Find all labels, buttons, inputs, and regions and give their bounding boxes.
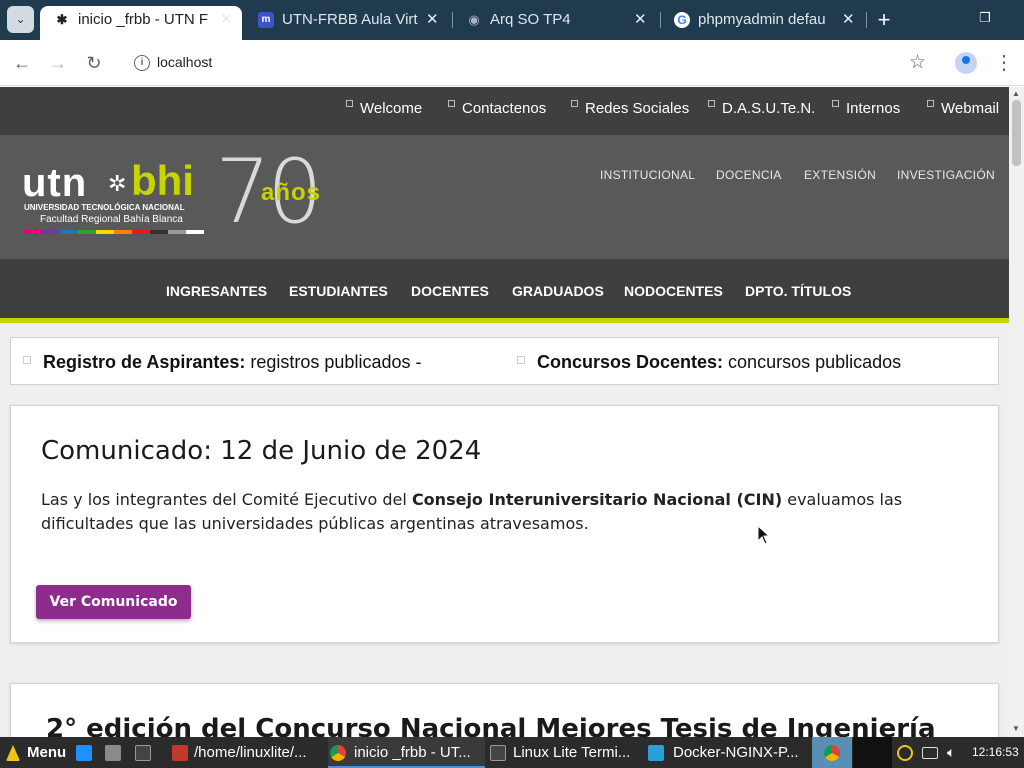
browser-tab-strip: ⌄ ✱ inicio _frbb - UTN F ✕ m UTN-FRBB Au… [0,0,1024,40]
ticker-item-concursos[interactable]: Concursos Docentes: concursos publicados [517,352,901,373]
square-bullet-icon [517,356,525,364]
os-taskbar: Menu /home/linuxlite/... inicio _frbb - … [0,737,1024,768]
toplink-contactenos[interactable]: Contactenos [448,87,546,135]
update-notifier-icon[interactable] [897,745,913,761]
close-tab-icon[interactable]: ✕ [842,0,855,40]
globe-icon: ◉ [468,12,480,27]
square-bullet-icon [708,100,715,107]
taskbar-item-files[interactable]: /home/linuxlite/... [172,737,322,768]
mouse-cursor-icon [757,525,769,545]
reload-icon[interactable]: ↻ [81,50,107,76]
tab-aula-virtual[interactable]: m UTN-FRBB Aula Virt ✕ [244,0,450,40]
tab-arq-so-tp4[interactable]: ◉ Arq SO TP4 ✕ [452,0,658,40]
site-top-links-bar: Welcome Contactenos Redes Sociales D.A.S… [0,87,1009,135]
url-text[interactable]: localhost [157,54,212,70]
forward-arrow-icon[interactable]: → [45,50,71,76]
announcement-title: Comunicado: 12 de Junio de 2024 [41,436,482,466]
scroll-up-arrow-icon[interactable]: ▲ [1012,89,1020,98]
close-tab-icon[interactable]: ✕ [426,0,439,40]
toplink-internos[interactable]: Internos [832,87,900,135]
back-arrow-icon[interactable]: ← [9,50,35,76]
ver-comunicado-button[interactable]: Ver Comunicado [36,585,191,619]
browser-menu-kebab-icon[interactable]: ⋮ [994,50,1014,76]
announcement-card: Comunicado: 12 de Junio de 2024 Las y lo… [10,405,999,643]
square-bullet-icon [23,356,31,364]
browser-toolbar: ← → ↻ i localhost ☆ [0,40,1024,86]
ticker-item-aspirantes[interactable]: Registro de Aspirantes: registros public… [23,352,421,373]
toplink-welcome[interactable]: Welcome [346,87,422,135]
utn-favicon-icon: ✱ [56,12,68,27]
workspace-1[interactable] [812,737,852,768]
tesis-contest-card: 2° edición del Concurso Nacional Mejores… [10,683,999,737]
site-header: utn ✲ bhi UNIVERSIDAD TECNOLÓGICA NACION… [0,135,1009,259]
network-icon[interactable] [922,747,938,759]
header-menu-extension[interactable]: EXTENSIÓN [804,168,876,182]
taskbar-item-chrome[interactable]: inicio _frbb - UT... [328,737,485,768]
page-vertical-scrollbar[interactable]: ▲ ▼ [1009,87,1024,737]
tab-search-dropdown-icon[interactable]: ⌄ [7,6,34,33]
system-clock[interactable]: 12:16:53 [972,737,1019,768]
file-manager-icon[interactable] [105,745,121,761]
tesis-contest-title[interactable]: 2° edición del Concurso Nacional Mejores… [46,714,936,737]
workspace-2[interactable] [853,737,892,768]
news-ticker: Registro de Aspirantes: registros public… [10,337,999,385]
header-menu-institucional[interactable]: INSTITUCIONAL [600,168,695,182]
nav-docentes[interactable]: DOCENTES [411,283,489,299]
square-bullet-icon [448,100,455,107]
site-info-icon[interactable]: i [134,55,150,71]
google-icon: G [674,12,690,28]
main-navigation: INGRESANTES ESTUDIANTES DOCENTES GRADUAD… [0,259,1009,323]
close-tab-icon[interactable]: ✕ [634,0,647,40]
linux-lite-logo-icon [6,745,20,761]
moodle-favicon-icon: m [258,12,274,28]
chrome-icon [824,745,840,761]
chrome-icon [330,745,346,761]
tab-phpmyadmin[interactable]: G phpmyadmin defau ✕ [660,0,866,40]
toplink-dasuten[interactable]: D.A.S.U.Te.N. [708,87,815,135]
restore-window-icon[interactable]: ❐ [976,10,994,28]
start-menu-button[interactable]: Menu [6,737,72,768]
address-bar[interactable]: i localhost ☆ [122,46,938,80]
scrollbar-thumb[interactable] [1012,100,1021,166]
terminal-icon [490,745,506,761]
announcement-text: Las y los integrantes del Comité Ejecuti… [41,490,903,533]
square-bullet-icon [832,100,839,107]
toplink-redes-sociales[interactable]: Redes Sociales [571,87,689,135]
close-tab-icon[interactable]: ✕ [220,6,233,34]
show-desktop-icon[interactable] [76,745,92,761]
logo-color-stripe [24,230,204,234]
nav-nodocentes[interactable]: NODOCENTES [624,283,723,299]
profile-avatar-icon[interactable] [955,52,977,74]
new-tab-plus-icon[interactable]: + [874,8,894,32]
document-icon [172,745,188,761]
nav-ingresantes[interactable]: INGRESANTES [166,283,267,299]
scroll-down-arrow-icon[interactable]: ▼ [1012,724,1020,733]
header-menu-docencia[interactable]: DOCENCIA [716,168,782,182]
folder-icon [648,745,664,761]
bookmark-star-icon[interactable]: ☆ [909,51,926,74]
nav-estudiantes[interactable]: ESTUDIANTES [289,283,388,299]
taskbar-item-docker-folder[interactable]: Docker-NGINX-P... [648,737,803,768]
nav-dpto-titulos[interactable]: DPTO. TÍTULOS [745,283,851,299]
volume-icon[interactable]: 🔈︎ [947,737,955,768]
taskbar-item-terminal[interactable]: Linux Lite Termi... [488,737,643,768]
terminal-launcher-icon[interactable] [135,745,151,761]
square-bullet-icon [571,100,578,107]
square-bullet-icon [927,100,934,107]
web-page-viewport: Welcome Contactenos Redes Sociales D.A.S… [0,87,1009,737]
tab-inicio-frbb[interactable]: ✱ inicio _frbb - UTN F ✕ [40,6,242,40]
nav-graduados[interactable]: GRADUADOS [512,283,604,299]
square-bullet-icon [346,100,353,107]
header-menu-investigacion[interactable]: INVESTIGACIÓN [897,168,995,182]
tab-separator [866,12,867,28]
toplink-webmail[interactable]: Webmail [927,87,999,135]
utn-emblem-icon: ✲ [108,171,127,196]
